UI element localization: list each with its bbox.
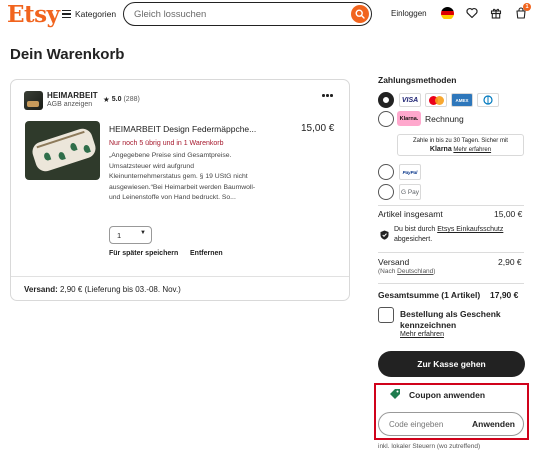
- etsy-logo[interactable]: Etsy: [7, 1, 60, 28]
- items-total-label: Artikel insgesamt: [378, 209, 443, 219]
- star-icon: ★: [103, 95, 110, 104]
- german-flag-icon: [440, 6, 454, 20]
- coupon-field: Anwenden: [378, 412, 524, 436]
- visa-logo: VISA: [399, 93, 421, 107]
- shield-icon: [380, 230, 389, 240]
- product-notice: „Angegebene Preise sind Gesamtpreise. Um…: [109, 152, 256, 201]
- save-for-later-button[interactable]: Für später speichern: [109, 250, 178, 257]
- pencil-case-illustration: [29, 126, 99, 174]
- divider: [378, 283, 524, 284]
- items-total-value: 15,00 €: [494, 209, 523, 219]
- tag-icon: [390, 389, 400, 399]
- klarna-more-link[interactable]: Mehr erfahren: [453, 147, 491, 153]
- tax-note: inkl. lokaler Steuern (wo zutreffend): [378, 443, 481, 450]
- chevron-down-icon: ▼: [140, 230, 146, 236]
- coupon-title[interactable]: Coupon anwenden: [409, 390, 485, 400]
- product-price: 15,00 €: [301, 123, 335, 134]
- shop-name[interactable]: HEIMARBEIT: [47, 91, 98, 100]
- coupon-code-input[interactable]: [389, 418, 459, 431]
- quantity-value: 1: [117, 231, 122, 240]
- product-image[interactable]: [25, 121, 100, 180]
- diners-icon: [483, 95, 493, 105]
- shipping-label: Versand: [378, 257, 410, 267]
- payment-radio-paypal[interactable]: [378, 164, 394, 180]
- payment-radio-cards[interactable]: [378, 92, 394, 108]
- klarna-brand: Klarna: [429, 145, 452, 153]
- dot-icon: [326, 94, 329, 97]
- signin-link[interactable]: Einloggen: [391, 9, 427, 18]
- stock-note: Nur noch 5 übrig und in 1 Warenkorb: [109, 140, 224, 147]
- purchase-protection-link[interactable]: Etsys Einkaufsschutz: [437, 226, 503, 233]
- payment-radio-klarna[interactable]: [378, 111, 394, 127]
- payment-methods-title: Zahlungsmethoden: [378, 75, 457, 85]
- checkout-button[interactable]: Zur Kasse gehen: [378, 351, 525, 377]
- review-count: (288): [123, 96, 140, 103]
- klarna-logo: Klarna.: [397, 111, 421, 126]
- shipping-label: Versand:: [24, 285, 58, 294]
- page-title: Dein Warenkorb: [10, 46, 125, 63]
- divider: [11, 276, 349, 277]
- cart-item-card: HEIMARBEIT AGB anzeigen ★ 5.0 (288) HEIM…: [10, 79, 350, 301]
- product-title[interactable]: HEIMARBEIT Design Federmäppche...: [109, 124, 256, 134]
- coupon-apply-button[interactable]: Anwenden: [472, 419, 515, 429]
- diners-club-logo: [477, 93, 499, 107]
- shipping-destination-link[interactable]: Deutschland: [397, 268, 433, 275]
- search-button[interactable]: [351, 4, 369, 23]
- gift-button[interactable]: [489, 6, 503, 20]
- mastercard-logo: [425, 93, 447, 107]
- divider: [378, 252, 524, 253]
- shipping-value: 2,90 €: [498, 257, 522, 267]
- google-pay-logo: G Pay: [399, 184, 421, 200]
- more-options-button[interactable]: [322, 94, 336, 97]
- amex-logo: AMEX: [451, 93, 473, 107]
- search-bar: [123, 2, 372, 26]
- menu-icon: [62, 10, 71, 18]
- rating-value: 5.0: [111, 96, 122, 103]
- shop-rating: ★ 5.0 (288): [103, 95, 140, 104]
- search-input[interactable]: [134, 7, 334, 21]
- search-icon: [355, 8, 365, 19]
- dot-icon: [330, 94, 333, 97]
- remove-button[interactable]: Entfernen: [190, 250, 223, 257]
- klarna-info: Zahle in bis zu 30 Tagen. Sicher mit Kla…: [397, 134, 524, 156]
- grand-total-label: Gesamtsumme (1 Artikel): [378, 290, 481, 300]
- categories-button[interactable]: Kategorien: [62, 7, 116, 21]
- shipping-info: Versand: 2,90 € (Lieferung bis 03.-08. N…: [24, 285, 181, 294]
- gift-icon: [490, 8, 502, 19]
- gift-checkbox[interactable]: [378, 307, 394, 323]
- paypal-logo: PayPal: [399, 164, 421, 180]
- cart-button[interactable]: 1: [514, 3, 531, 20]
- divider: [378, 205, 524, 206]
- purchase-protection-note: Du bist durch Etsys Einkaufsschutz abges…: [394, 226, 504, 243]
- categories-label: Kategorien: [75, 9, 117, 19]
- gift-more-link[interactable]: Mehr erfahren: [400, 331, 444, 338]
- dot-icon: [322, 94, 325, 97]
- cart-count-badge: 1: [523, 3, 531, 11]
- gift-label: Bestellung als Geschenk kennzeichnen: [400, 309, 501, 330]
- favorites-button[interactable]: [465, 6, 479, 20]
- payment-radio-googlepay[interactable]: [378, 184, 394, 200]
- klarna-info-text: Zahle in bis zu 30 Tagen. Sicher mit: [413, 138, 508, 144]
- quantity-select[interactable]: 1 ▼: [109, 226, 152, 244]
- agb-link[interactable]: AGB anzeigen: [47, 101, 92, 108]
- shipping-destination-note: (Nach Deutschland): [378, 268, 436, 275]
- language-button[interactable]: [440, 6, 454, 20]
- shipping-text: 2,90 € (Lieferung bis 03.-08. Nov.): [60, 285, 181, 294]
- heart-icon: [466, 7, 478, 19]
- rechnung-label: Rechnung: [425, 114, 464, 124]
- top-header: Etsy Kategorien Einloggen: [0, 0, 538, 30]
- grand-total-value: 17,90 €: [490, 290, 519, 300]
- shop-avatar[interactable]: [24, 91, 43, 110]
